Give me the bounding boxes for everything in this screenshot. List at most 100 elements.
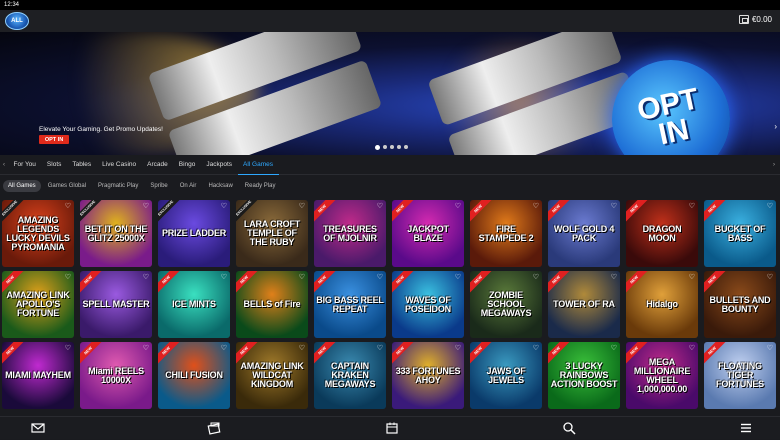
status-bar: 12:34 xyxy=(0,0,780,10)
game-title: LARA CROFT TEMPLE OF THE RUBY xyxy=(243,219,301,247)
tab-jackpots[interactable]: Jackpots xyxy=(201,155,238,175)
promo-banner[interactable]: OPT IN Elevate Your Gaming. Get Promo Up… xyxy=(0,32,780,155)
game-tile[interactable]: NEW FIRE STAMPEDE 2 ♡ xyxy=(470,200,542,267)
favorite-heart-icon[interactable]: ♡ xyxy=(611,273,617,281)
tab-bingo[interactable]: Bingo xyxy=(173,155,201,175)
game-ribbon: NEW xyxy=(158,342,182,366)
tab-slots[interactable]: Slots xyxy=(41,155,66,175)
tab-arcade[interactable]: Arcade xyxy=(142,155,174,175)
tabs-scroll-left-icon[interactable]: ‹ xyxy=(0,162,8,168)
favorite-heart-icon[interactable]: ♡ xyxy=(689,273,695,281)
filter-chip-spribe[interactable]: Spribe xyxy=(145,180,172,192)
favorite-heart-icon[interactable]: ♡ xyxy=(65,273,71,281)
bottom-navigation xyxy=(0,416,780,439)
filter-chip-all-games[interactable]: All Games xyxy=(3,180,41,192)
favorite-heart-icon[interactable]: ♡ xyxy=(767,344,773,352)
favorite-heart-icon[interactable]: ♡ xyxy=(299,202,305,210)
game-tile[interactable]: NEW ICE MINTS ♡ xyxy=(158,271,230,338)
favorite-heart-icon[interactable]: ♡ xyxy=(299,344,305,352)
calendar-icon[interactable] xyxy=(385,421,399,435)
pagination-dot[interactable] xyxy=(390,145,394,149)
game-tile[interactable]: NEW CAPTAIN KRAKEN MEGAWAYS ♡ xyxy=(314,342,386,409)
pagination-dot[interactable] xyxy=(375,145,380,150)
game-tile[interactable]: NEW FLOATING TIGER FORTUNES ♡ xyxy=(704,342,776,409)
casino-logo[interactable]: ALL xyxy=(5,12,29,30)
game-tile[interactable]: NEW TOWER OF RA ♡ xyxy=(548,271,620,338)
favorite-heart-icon[interactable]: ♡ xyxy=(689,202,695,210)
game-tile[interactable]: NEW DRAGON MOON ♡ xyxy=(626,200,698,267)
tab-tables[interactable]: Tables xyxy=(67,155,97,175)
promotions-icon[interactable] xyxy=(207,421,221,435)
game-title: AMAZING LEGENDS LUCKY DEVILS PYROMANIA xyxy=(6,214,70,252)
favorite-heart-icon[interactable]: ♡ xyxy=(143,273,149,281)
filter-chip-hacksaw[interactable]: Hacksaw xyxy=(203,180,237,192)
pagination-dot[interactable] xyxy=(404,145,408,149)
game-tile[interactable]: EXCLUSIVE AMAZING LEGENDS LUCKY DEVILS PY… xyxy=(2,200,74,267)
filter-chip-on-air[interactable]: On Air xyxy=(175,180,202,192)
game-tile[interactable]: NEW BIG BASS REEL REPEAT ♡ xyxy=(314,271,386,338)
pagination-dot[interactable] xyxy=(383,145,387,149)
favorite-heart-icon[interactable]: ♡ xyxy=(455,344,461,352)
favorite-heart-icon[interactable]: ♡ xyxy=(455,273,461,281)
opt-in-button[interactable]: OPT IN xyxy=(39,135,69,144)
game-tile[interactable]: NEW MEGA MILLIONAIRE WHEEL 1,000,000.00 ♡ xyxy=(626,342,698,409)
mail-icon[interactable] xyxy=(31,421,45,435)
game-tile[interactable]: NEW WAVES OF POSEIDON ♡ xyxy=(392,271,464,338)
game-tile[interactable]: NEW ZOMBIE SCHOOL MEGAWAYS ♡ xyxy=(470,271,542,338)
balance-display[interactable]: €0.00 xyxy=(738,15,772,24)
favorite-heart-icon[interactable]: ♡ xyxy=(533,344,539,352)
game-tile[interactable]: NEW BULLETS AND BOUNTY ♡ xyxy=(704,271,776,338)
filter-chip-ready-play[interactable]: Ready Play xyxy=(240,180,281,192)
search-icon[interactable] xyxy=(562,421,576,435)
game-tile[interactable]: EXCLUSIVE LARA CROFT TEMPLE OF THE RUBY ♡ xyxy=(236,200,308,267)
tab-for-you[interactable]: For You xyxy=(8,155,41,175)
game-tile[interactable]: NEW 3 LUCKY RAINBOWS ACTION BOOST ♡ xyxy=(548,342,620,409)
game-tile[interactable]: NEW MIAMI MAYHEM ♡ xyxy=(2,342,74,409)
favorite-heart-icon[interactable]: ♡ xyxy=(221,202,227,210)
game-tile[interactable]: EXCLUSIVE PRIZE LADDER ♡ xyxy=(158,200,230,267)
favorite-heart-icon[interactable]: ♡ xyxy=(377,202,383,210)
game-tile[interactable]: NEW AMAZING LINK WILDCAT KINGDOM ♡ xyxy=(236,342,308,409)
tabs-scroll-right-icon[interactable]: › xyxy=(770,162,778,168)
filter-chip-games-global[interactable]: Games Global xyxy=(43,180,91,192)
game-tile[interactable]: NEW AMAZING LINK APOLLO'S FORTUNE ♡ xyxy=(2,271,74,338)
game-tile[interactable]: NEW JACKPOT BLAZE ♡ xyxy=(392,200,464,267)
game-tile[interactable]: NEW CHILI FUSION ♡ xyxy=(158,342,230,409)
game-tile[interactable]: NEW Hidalgo ♡ xyxy=(626,271,698,338)
favorite-heart-icon[interactable]: ♡ xyxy=(533,273,539,281)
game-tile[interactable]: NEW BELLS of Fire ♡ xyxy=(236,271,308,338)
game-tile[interactable]: NEW JAWS OF JEWELS ♡ xyxy=(470,342,542,409)
game-title: ZOMBIE SCHOOL MEGAWAYS xyxy=(480,290,532,318)
game-tile[interactable]: NEW TREASURES OF MJOLNIR ♡ xyxy=(314,200,386,267)
game-tile[interactable]: NEW 333 FORTUNES AHOY ♡ xyxy=(392,342,464,409)
favorite-heart-icon[interactable]: ♡ xyxy=(455,202,461,210)
opt-in-sign-line2: IN xyxy=(655,112,692,152)
favorite-heart-icon[interactable]: ♡ xyxy=(143,344,149,352)
game-tile[interactable]: NEW Miami REELS 10000X ♡ xyxy=(80,342,152,409)
game-tile[interactable]: NEW BUCKET OF BASS ♡ xyxy=(704,200,776,267)
tab-all-games[interactable]: All Games xyxy=(237,155,279,175)
tab-live-casino[interactable]: Live Casino xyxy=(97,155,142,175)
favorite-heart-icon[interactable]: ♡ xyxy=(611,202,617,210)
favorite-heart-icon[interactable]: ♡ xyxy=(65,344,71,352)
game-title: WAVES OF POSEIDON xyxy=(405,294,451,314)
game-tile[interactable]: NEW SPELL MASTER ♡ xyxy=(80,271,152,338)
favorite-heart-icon[interactable]: ♡ xyxy=(377,344,383,352)
game-tile[interactable]: NEW WOLF GOLD 4 PACK ♡ xyxy=(548,200,620,267)
favorite-heart-icon[interactable]: ♡ xyxy=(533,202,539,210)
favorite-heart-icon[interactable]: ♡ xyxy=(767,202,773,210)
pagination-dot[interactable] xyxy=(397,145,401,149)
game-tile[interactable]: EXCLUSIVE BET IT ON THE GLITZ 25000X ♡ xyxy=(80,200,152,267)
menu-icon[interactable] xyxy=(739,421,753,435)
favorite-heart-icon[interactable]: ♡ xyxy=(65,202,71,210)
favorite-heart-icon[interactable]: ♡ xyxy=(299,273,305,281)
favorite-heart-icon[interactable]: ♡ xyxy=(221,273,227,281)
favorite-heart-icon[interactable]: ♡ xyxy=(611,344,617,352)
banner-next-icon[interactable]: › xyxy=(774,122,777,131)
filter-chip-pragmatic-play[interactable]: Pragmatic Play xyxy=(93,180,143,192)
favorite-heart-icon[interactable]: ♡ xyxy=(767,273,773,281)
favorite-heart-icon[interactable]: ♡ xyxy=(689,344,695,352)
favorite-heart-icon[interactable]: ♡ xyxy=(377,273,383,281)
favorite-heart-icon[interactable]: ♡ xyxy=(221,344,227,352)
favorite-heart-icon[interactable]: ♡ xyxy=(143,202,149,210)
